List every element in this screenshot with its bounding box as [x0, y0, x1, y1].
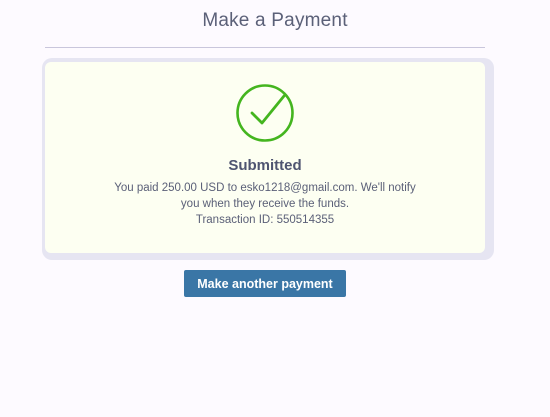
status-heading: Submitted [228, 157, 302, 174]
confirmation-message: You paid 250.00 USD to esko1218@gmail.co… [0, 180, 530, 228]
make-another-payment-button[interactable]: Make another payment [184, 270, 346, 297]
message-line: you when they receive the funds. [180, 198, 350, 210]
page-title: Make a Payment [202, 10, 348, 31]
transaction-id: Transaction ID: 550514355 [195, 214, 335, 226]
payment-page: Make a Payment Submitted You paid 250.00… [0, 0, 550, 417]
title-divider [45, 47, 485, 48]
check-circle-icon [236, 84, 294, 142]
message-line: You paid 250.00 USD to esko1218@gmail.co… [114, 182, 416, 194]
